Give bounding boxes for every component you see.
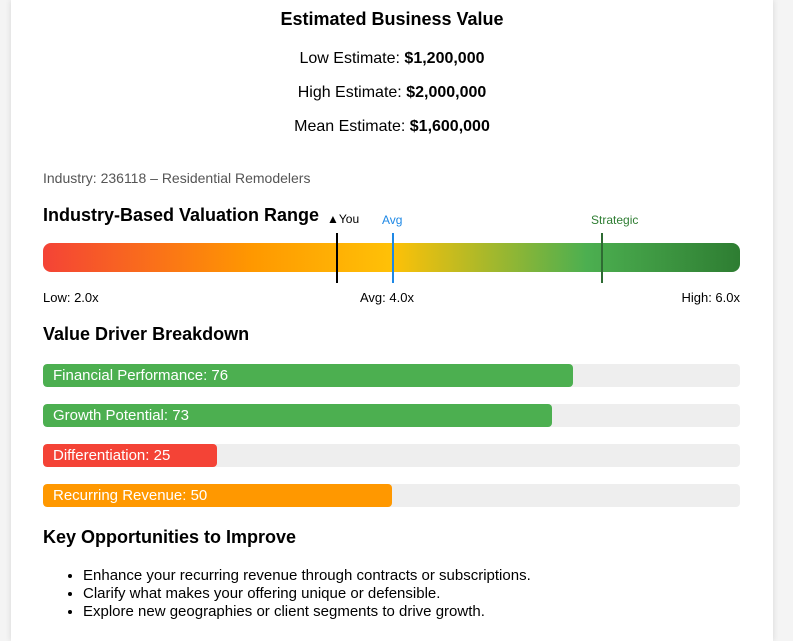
mean-estimate: Mean Estimate: $1,600,000 <box>11 118 773 136</box>
avg-marker <box>392 233 394 283</box>
industry-label: Industry: 236118 – Residential Remodeler… <box>43 170 311 186</box>
range-scale-low: Low: 2.0x <box>43 290 99 305</box>
range-scale-avg: Avg: 4.0x <box>360 290 414 305</box>
driver-bar-recurring-revenue: Recurring Revenue: 50 <box>43 484 740 507</box>
mean-estimate-value: $1,600,000 <box>409 118 490 135</box>
driver-label: Financial Performance: 76 <box>53 367 229 384</box>
strategic-marker <box>601 233 603 283</box>
high-estimate-label: High Estimate: <box>297 84 402 101</box>
opportunities-list: Enhance your recurring revenue through c… <box>43 567 531 621</box>
driver-label: Recurring Revenue: 50 <box>53 487 208 504</box>
driver-bar-differentiation: Differentiation: 25 <box>43 444 740 467</box>
high-estimate-value: $2,000,000 <box>406 84 487 101</box>
opportunities-heading: Key Opportunities to Improve <box>43 527 297 547</box>
you-marker-label: ▲You <box>327 212 360 226</box>
value-drivers-heading: Value Driver Breakdown <box>43 324 250 344</box>
list-item: Explore new geographies or client segmen… <box>83 603 531 621</box>
avg-marker-label: Avg <box>382 213 403 227</box>
range-scale-high: High: 6.0x <box>681 290 740 305</box>
valuation-range-heading: Industry-Based Valuation Range <box>43 205 320 225</box>
driver-label: Growth Potential: 73 <box>53 407 189 424</box>
mean-estimate-label: Mean Estimate: <box>294 118 406 135</box>
low-estimate-value: $1,200,000 <box>404 50 485 67</box>
low-estimate: Low Estimate: $1,200,000 <box>11 50 773 68</box>
low-estimate-label: Low Estimate: <box>299 50 400 67</box>
driver-label: Differentiation: 25 <box>53 447 171 464</box>
strategic-marker-label: Strategic <box>591 213 639 227</box>
high-estimate: High Estimate: $2,000,000 <box>11 84 773 102</box>
list-item: Clarify what makes your offering unique … <box>83 585 531 603</box>
you-marker <box>336 233 338 283</box>
valuation-report-card: Estimated Business Value Low Estimate: $… <box>11 0 773 641</box>
driver-bar-financial-performance: Financial Performance: 76 <box>43 364 740 387</box>
summary-title: Estimated Business Value <box>280 9 504 29</box>
driver-bar-growth-potential: Growth Potential: 73 <box>43 404 740 427</box>
list-item: Enhance your recurring revenue through c… <box>83 567 531 585</box>
